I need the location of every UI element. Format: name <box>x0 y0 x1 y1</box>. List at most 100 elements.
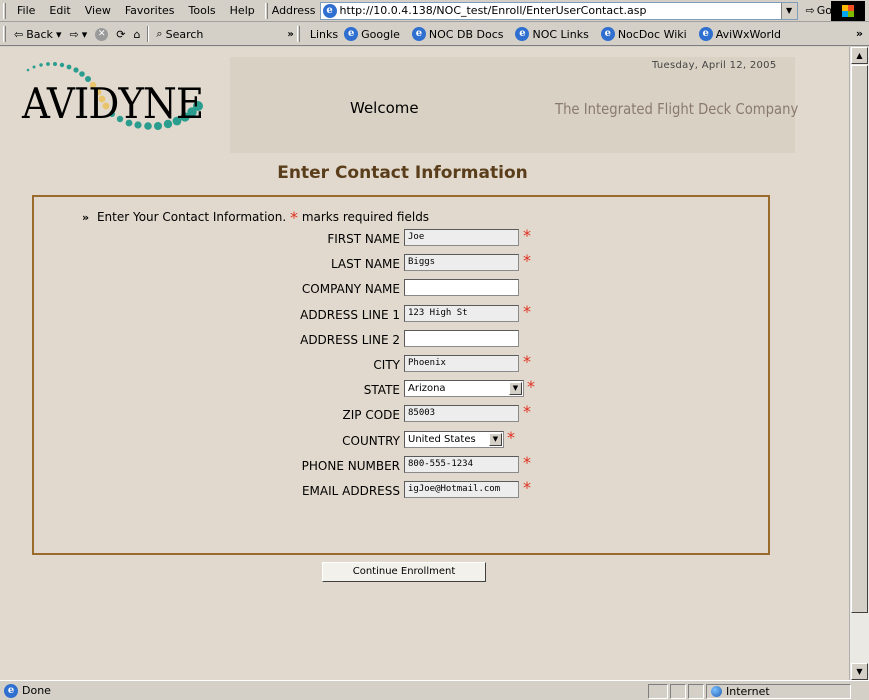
link-aviwxworld[interactable]: e AviWxWorld <box>698 27 781 41</box>
toolbar-separator <box>147 26 150 42</box>
back-button[interactable]: ⇦ Back ▾ <box>10 28 65 41</box>
company-tagline: The Integrated Flight Deck Company <box>555 100 799 118</box>
first-name-input[interactable]: Joe <box>404 229 519 246</box>
menu-file[interactable]: File <box>10 4 42 17</box>
scroll-down-icon[interactable]: ▼ <box>851 663 868 680</box>
go-label: Go <box>816 4 833 17</box>
state-select[interactable]: Arizona ▼ <box>404 380 524 398</box>
menu-tools[interactable]: Tools <box>182 4 223 17</box>
city-input[interactable]: Phoenix <box>404 355 519 372</box>
form-row: PHONE NUMBER 800-555-1234 * <box>34 452 768 476</box>
required-star-icon: * <box>523 402 531 422</box>
required-star-icon: * <box>523 452 531 472</box>
required-star-icon: * <box>523 251 531 271</box>
address-bar[interactable]: e http://10.0.4.138/NOC_test/Enroll/Ente… <box>319 1 798 20</box>
address-line-2-input[interactable] <box>404 329 519 347</box>
search-button[interactable]: ⌕ Search <box>152 27 207 41</box>
instruction-suffix: marks required fields <box>301 210 430 224</box>
stop-button[interactable]: ✕ <box>91 27 112 41</box>
page-viewport: AVIDYNE Welcome The Integrated Flight De… <box>0 47 849 680</box>
menu-favorites[interactable]: Favorites <box>118 4 182 17</box>
dropdown-arrow-icon[interactable]: ▼ <box>489 432 502 446</box>
menu-help[interactable]: Help <box>223 4 262 17</box>
vertical-scrollbar[interactable]: ▲ ▼ <box>849 47 869 680</box>
contact-form: » Enter Your Contact Information. * mark… <box>32 195 770 582</box>
menu-grip <box>3 2 6 19</box>
ie-link-icon: e <box>600 27 615 41</box>
ie-link-icon: e <box>411 27 426 41</box>
phone-number-input[interactable]: 800-555-1234 <box>404 455 519 473</box>
home-button[interactable]: ⌂ <box>129 28 144 41</box>
link-noc-db-docs[interactable]: e NOC DB Docs <box>411 27 504 41</box>
ie-link-icon: e <box>515 27 530 41</box>
windows-logo-icon <box>831 1 865 21</box>
link-nocdoc-wiki[interactable]: e NocDoc Wiki <box>600 27 687 41</box>
instruction-text: Enter Your Contact Information. <box>96 210 287 224</box>
company-name-input[interactable] <box>404 279 519 297</box>
last-name-input[interactable]: Biggs <box>404 254 519 272</box>
status-left: e Done <box>4 683 51 698</box>
avidyne-logo: AVIDYNE <box>22 79 204 128</box>
link-google[interactable]: e Google <box>344 27 400 41</box>
page-header: AVIDYNE Welcome The Integrated Flight De… <box>0 47 849 157</box>
go-button[interactable]: ⇨ Go <box>806 4 832 17</box>
address-url[interactable]: http://10.0.4.138/NOC_test/Enroll/EnterU… <box>340 4 647 17</box>
go-arrow-icon: ⇨ <box>805 4 815 17</box>
dropdown-arrow-icon[interactable]: ▼ <box>509 382 522 396</box>
toolbar-chevron-icon[interactable]: » <box>287 29 293 40</box>
back-label: Back <box>26 27 53 41</box>
status-text: Done <box>22 684 51 697</box>
menu-bar: File Edit View Favorites Tools Help Addr… <box>0 0 869 22</box>
back-dropdown-icon[interactable]: ▾ <box>56 28 62 41</box>
field-label: ZIP CODE <box>342 408 400 423</box>
form-row: ADDRESS LINE 2 <box>34 329 768 350</box>
search-label: Search <box>165 27 204 41</box>
link-label: NOC Links <box>532 27 589 41</box>
links-chevron-icon[interactable]: » <box>856 27 863 40</box>
select-value: United States <box>408 433 476 445</box>
continue-enrollment-button[interactable]: Continue Enrollment <box>322 562 486 582</box>
address-line-1-input[interactable]: 123 High St <box>404 304 519 322</box>
scroll-thumb[interactable] <box>851 65 868 613</box>
field-label: COUNTRY <box>342 433 400 448</box>
form-row: COMPANY NAME <box>34 279 768 299</box>
zip-code-input[interactable]: 85003 <box>404 405 519 423</box>
form-row: COUNTRY United States ▼ * <box>34 427 768 451</box>
scroll-up-icon[interactable]: ▲ <box>851 47 868 64</box>
form-row: ZIP CODE 85003 * <box>34 402 768 425</box>
email-address-input[interactable]: igJoe@Hotmail.com <box>404 481 519 498</box>
country-select[interactable]: United States ▼ <box>404 430 504 448</box>
status-pane <box>670 684 686 699</box>
select-value: Arizona <box>408 383 446 395</box>
zone-label: Internet <box>726 685 770 698</box>
status-bar: e Done Internet <box>0 680 869 700</box>
security-zone: Internet <box>706 684 851 699</box>
refresh-icon: ⟳ <box>116 27 126 41</box>
internet-globe-icon <box>711 686 722 697</box>
form-instruction: » Enter Your Contact Information. * mark… <box>82 206 430 227</box>
form-row: STATE Arizona ▼ * <box>34 377 768 400</box>
required-star-icon: * <box>507 427 515 447</box>
forward-button[interactable]: ⇨ ▾ <box>65 28 91 41</box>
status-pane <box>648 684 668 699</box>
required-star-icon: * <box>527 377 535 397</box>
field-label: ADDRESS LINE 1 <box>300 307 400 322</box>
address-dropdown-icon[interactable]: ▼ <box>780 2 797 19</box>
links-label: Links <box>309 27 339 41</box>
toolbar-grip <box>3 26 6 42</box>
field-label: EMAIL ADDRESS <box>301 484 400 498</box>
ie-link-icon: e <box>698 27 713 41</box>
address-grip <box>264 2 268 19</box>
current-date: Tuesday, April 12, 2005 <box>652 60 777 71</box>
menu-edit[interactable]: Edit <box>42 4 77 17</box>
required-star-icon: * <box>523 478 531 497</box>
refresh-button[interactable]: ⟳ <box>112 28 129 41</box>
field-label: CITY <box>373 358 400 372</box>
link-label: NOC DB Docs <box>428 27 504 41</box>
menu-view[interactable]: View <box>78 4 118 17</box>
forward-dropdown-icon[interactable]: ▾ <box>82 28 88 41</box>
welcome-text: Welcome <box>350 99 419 117</box>
ie-link-icon: e <box>344 27 359 41</box>
field-label: PHONE NUMBER <box>301 458 400 473</box>
link-noc-links[interactable]: e NOC Links <box>515 27 589 41</box>
